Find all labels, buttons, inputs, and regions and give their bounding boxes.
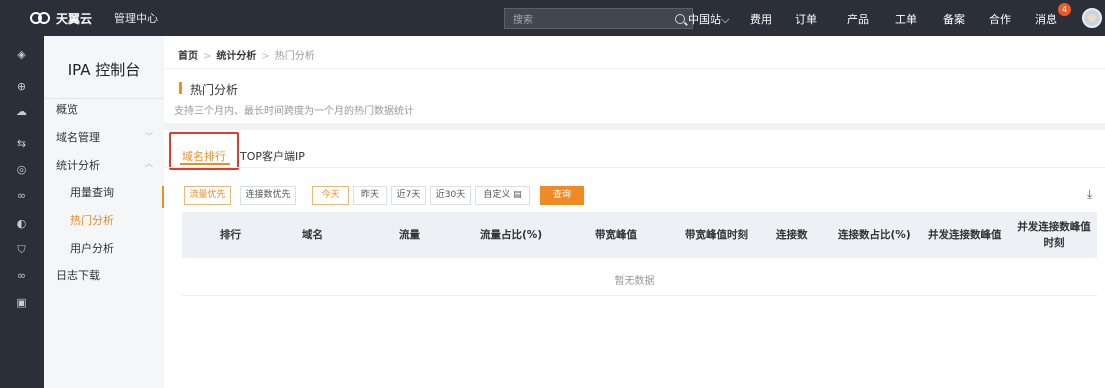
cloud-logo-icon <box>30 11 52 25</box>
shield-icon[interactable]: ⛉ <box>15 243 28 256</box>
sidebar-item-hot-analysis[interactable]: 热门分析 <box>70 212 114 228</box>
section-separator <box>164 123 1105 130</box>
breadcrumb-current: 热门分析 <box>274 51 315 62</box>
main-content: 首页 > 统计分析 > 热门分析 热门分析 支持三个月内、最长时间跨度为一个月的热门数据… <box>164 36 1105 388</box>
column-header-connection-ratio: 连接数占比(%) <box>838 229 911 241</box>
breadcrumb-home[interactable]: 首页 <box>178 51 198 62</box>
breadcrumb-separator: > <box>203 51 212 62</box>
target-icon[interactable]: ◎ <box>15 163 28 176</box>
column-header-traffic: 流量 <box>399 229 420 241</box>
user-avatar[interactable] <box>1082 8 1102 28</box>
connection-priority-button[interactable]: 连接数优先 <box>240 186 296 205</box>
network-icon[interactable]: ⇆ <box>15 137 28 150</box>
column-header-concurrent-peak: 并发连接数峰值 <box>928 229 1002 241</box>
tab-top-client-ip[interactable]: TOP客户端IP <box>240 148 305 164</box>
query-button[interactable]: 查询 <box>540 186 584 205</box>
brand-logo[interactable]: 天翼云 <box>30 10 114 27</box>
tab-domain-ranking[interactable]: 域名排行 <box>182 148 226 164</box>
chevron-up-icon: ︿ <box>145 159 153 168</box>
traffic-priority-button[interactable]: 流量优先 <box>184 186 231 205</box>
column-header-connections: 连接数 <box>776 229 808 241</box>
link-icon[interactable]: ∞ <box>15 189 28 202</box>
brand-name: 天翼云 <box>56 11 93 26</box>
nav-tickets[interactable]: 工单 <box>895 11 917 27</box>
breadcrumb-statistics[interactable]: 统计分析 <box>216 51 256 62</box>
monitor-icon[interactable]: ▣ <box>15 296 28 309</box>
chain-icon[interactable]: ∞ <box>15 269 28 282</box>
search-icon[interactable] <box>675 13 685 24</box>
nav-filing[interactable]: 备案 <box>943 11 965 27</box>
range-custom-button[interactable]: 自定义 ▤ <box>475 186 530 205</box>
sidebar-item-statistics[interactable]: 统计分析 <box>56 157 100 173</box>
nav-products[interactable]: 产品 <box>847 11 869 27</box>
nav-region-selector[interactable]: 中国站⌵ <box>688 11 729 27</box>
column-header-domain: 域名 <box>302 229 323 241</box>
sidebar-item-usage-query[interactable]: 用量查询 <box>70 184 114 200</box>
tab-active-underline <box>180 163 230 165</box>
range-7-days-button[interactable]: 近7天 <box>391 186 426 205</box>
sidebar-item-overview[interactable]: 概览 <box>56 101 78 117</box>
console-title: IPA 控制台 <box>67 61 141 79</box>
nav-partners[interactable]: 合作 <box>989 11 1011 27</box>
table-bottom-divider <box>182 295 1097 296</box>
management-center-link[interactable]: 管理中心 <box>114 10 158 26</box>
page-title: 热门分析 <box>190 83 239 97</box>
empty-state: 暂无数据 <box>614 276 655 287</box>
sidebar-item-domain-management[interactable]: 域名管理 <box>56 129 100 145</box>
breadcrumb: 首页 > 统计分析 > 热门分析 <box>178 47 315 62</box>
chevron-down-icon: ﹀ <box>145 132 153 141</box>
search-input[interactable]: 搜索 <box>504 8 693 29</box>
sidebar-item-log-download[interactable]: 日志下载 <box>56 267 100 283</box>
search-placeholder: 搜索 <box>513 15 533 26</box>
range-today-button[interactable]: 今天 <box>312 186 349 205</box>
cloud-icon[interactable]: ☁ <box>15 105 28 118</box>
sidebar-item-user-analysis[interactable]: 用户分析 <box>70 240 114 256</box>
title-accent-bar <box>179 82 182 94</box>
column-header-traffic-ratio: 流量占比(%) <box>480 229 543 241</box>
column-header-peak-bandwidth: 带宽峰值 <box>595 229 637 241</box>
tabs-divider <box>164 167 1105 168</box>
console-sidebar: IPA 控制台 概览 域名管理 ﹀ 统计分析 ︿ 用量查询 热门分析 用户分析 … <box>44 36 164 388</box>
nav-billing[interactable]: 费用 <box>750 11 772 27</box>
column-header-peak-bandwidth-time: 带宽峰值时刻 <box>685 229 748 241</box>
product-icon-rail: ◈ ⊕ ☁ ⇆ ◎ ∞ ◐ ⛉ ∞ ▣ <box>0 36 44 388</box>
table-header: 排行 域名 流量 流量占比(%) 带宽峰值 带宽峰值时刻 连接数 连接数占比(%… <box>182 212 1097 258</box>
sidebar-divider <box>44 98 164 99</box>
cube-icon[interactable]: ◈ <box>15 48 28 61</box>
message-count-badge: 4 <box>1058 3 1071 16</box>
range-30-days-button[interactable]: 近30天 <box>430 186 471 205</box>
column-header-rank: 排行 <box>220 229 241 241</box>
header-divider <box>164 68 1105 69</box>
column-header-concurrent-peak-time: 并发连接数峰值时刻 <box>1017 221 1091 249</box>
speed-icon[interactable]: ◐ <box>15 217 28 230</box>
nav-orders[interactable]: 订单 <box>795 11 817 27</box>
range-yesterday-button[interactable]: 昨天 <box>353 186 387 205</box>
nav-messages[interactable]: 消息 <box>1035 11 1057 27</box>
page-description: 支持三个月内、最长时间跨度为一个月的热门数据统计 <box>174 106 414 117</box>
breadcrumb-separator: > <box>261 51 270 62</box>
globe-icon[interactable]: ⊕ <box>15 80 28 93</box>
download-icon[interactable]: ⤓ <box>1087 187 1092 202</box>
